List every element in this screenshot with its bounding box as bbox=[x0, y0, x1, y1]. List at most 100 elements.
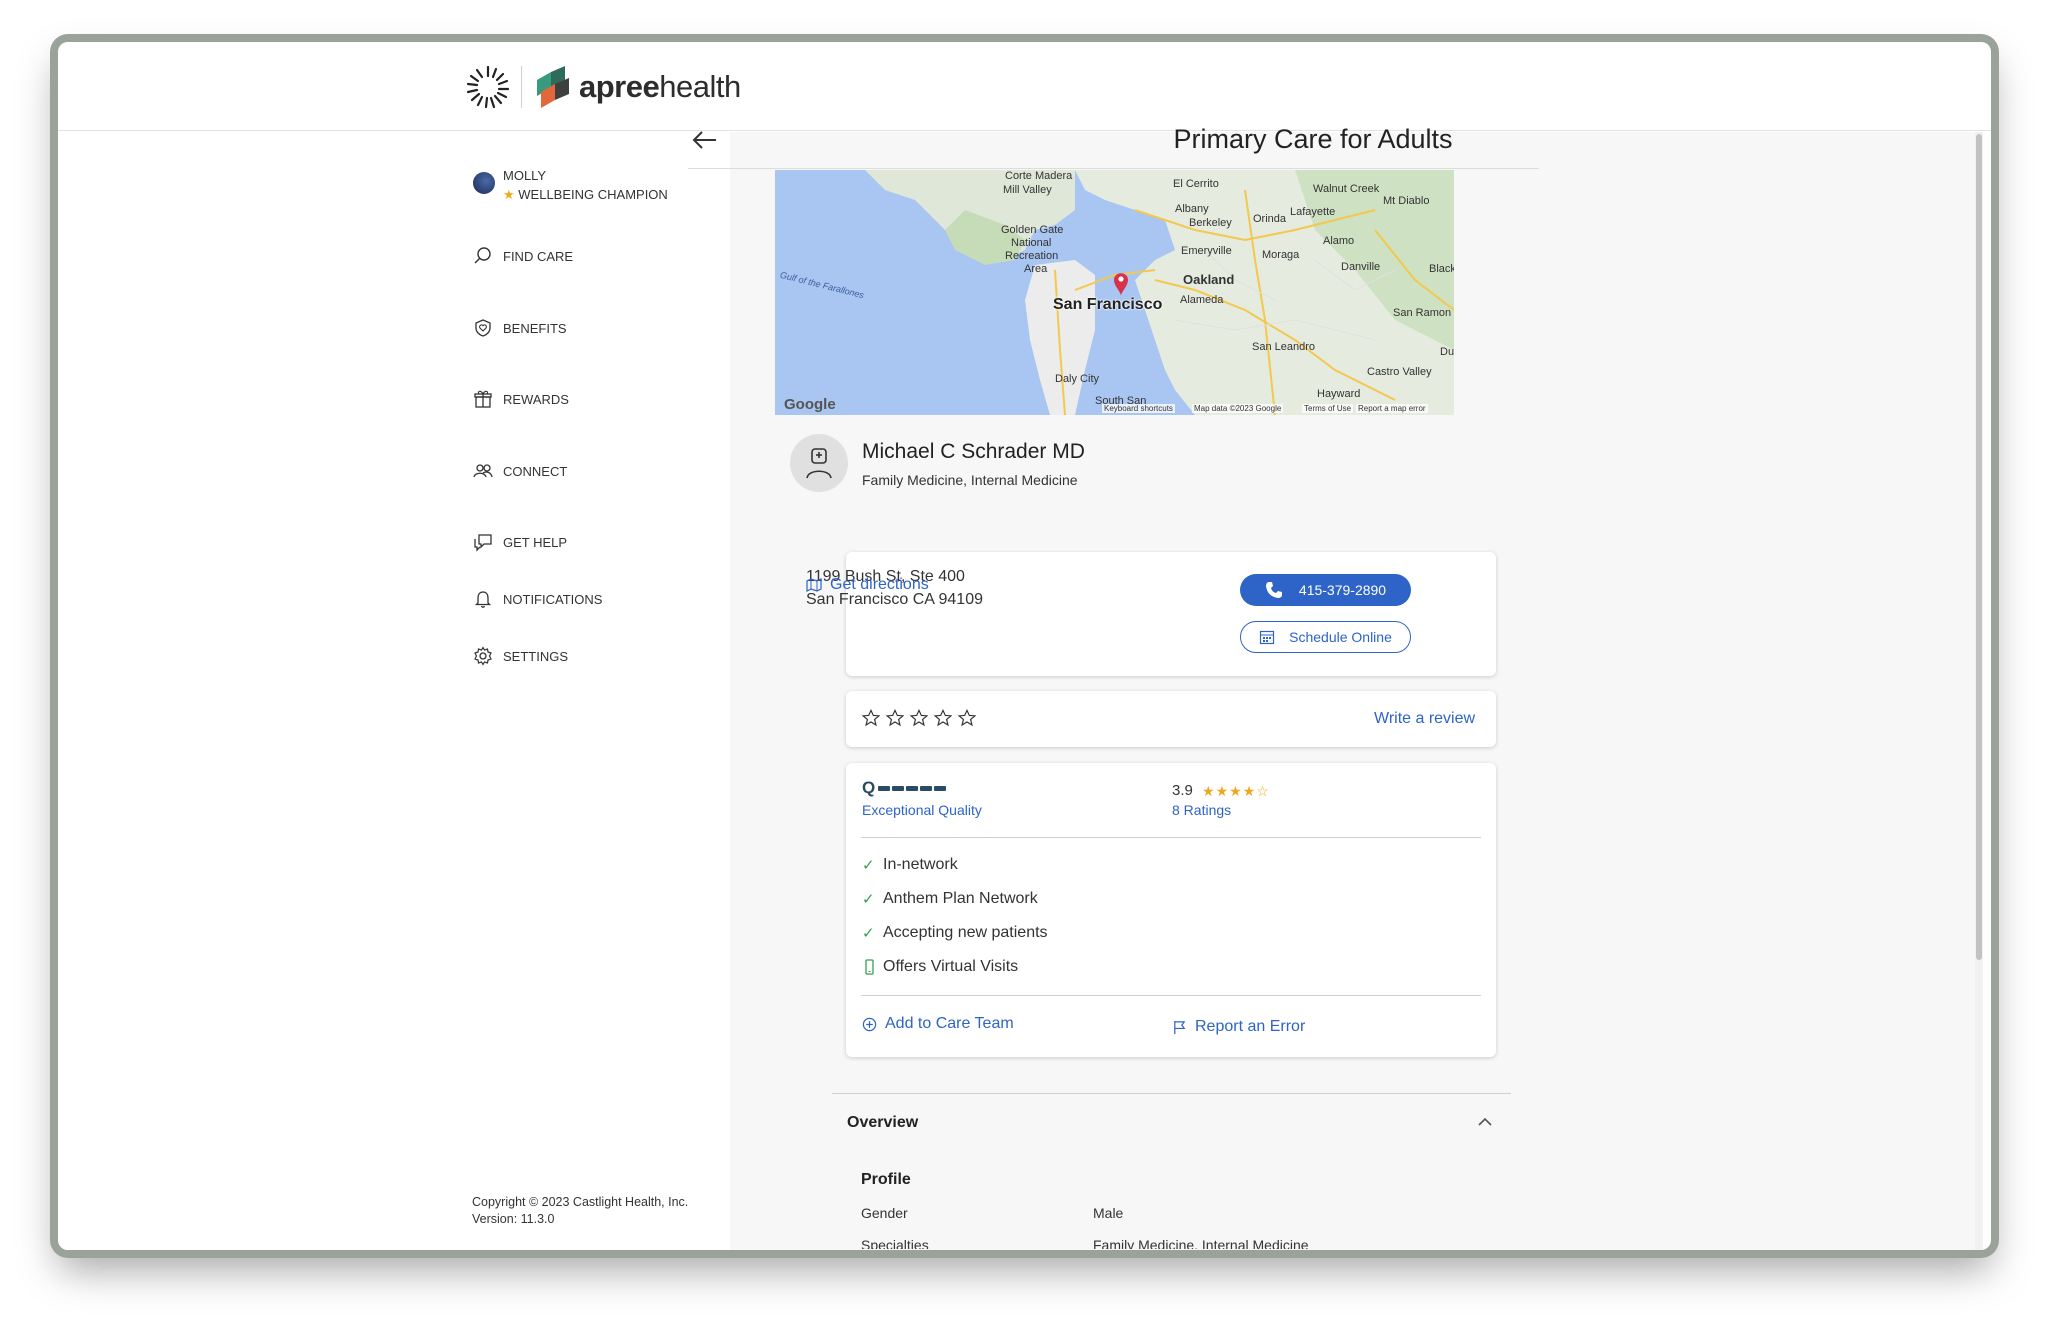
star-outline-icon[interactable] bbox=[934, 709, 952, 727]
sidebar-item-notifications[interactable]: NOTIFICATIONS bbox=[473, 589, 602, 609]
feature-item: ✓ Anthem Plan Network bbox=[862, 890, 1038, 908]
map-footer: Keyboard shortcuts Map data ©2023 Google… bbox=[775, 401, 1454, 415]
sidebar-item-connect[interactable]: CONNECT bbox=[473, 461, 567, 481]
map-label: Mill Valley bbox=[1003, 184, 1052, 196]
star-icon: ★ bbox=[503, 187, 515, 202]
map-label: Dub bbox=[1440, 346, 1454, 358]
feature-label: Accepting new patients bbox=[883, 924, 1048, 941]
scrollbar[interactable] bbox=[1975, 132, 1983, 1250]
quality-bar bbox=[906, 785, 919, 791]
brand-wordmark: apreehealth bbox=[579, 69, 741, 104]
sidebar-item-get-help[interactable]: GET HELP bbox=[473, 532, 567, 552]
feature-item: ✓ In-network bbox=[862, 856, 958, 874]
user-name: MOLLY bbox=[503, 168, 547, 183]
map-keyboard-shortcuts[interactable]: Keyboard shortcuts bbox=[1102, 404, 1175, 413]
sidebar-footer: Copyright © 2023 Castlight Health, Inc. … bbox=[472, 1194, 688, 1228]
write-review-link[interactable]: Write a review bbox=[1374, 710, 1475, 728]
sidebar-item-find-care[interactable]: FIND CARE bbox=[473, 246, 573, 266]
feature-item: ✓ Accepting new patients bbox=[862, 924, 1048, 942]
schedule-online-button[interactable]: Schedule Online bbox=[1240, 621, 1411, 653]
sidebar-item-label: FIND CARE bbox=[503, 248, 574, 264]
sidebar-item-rewards[interactable]: REWARDS bbox=[473, 389, 569, 409]
people-icon bbox=[473, 464, 493, 478]
sidebar-item-label: SETTINGS bbox=[503, 648, 569, 664]
map-label: Oakland bbox=[1183, 272, 1235, 287]
flag-icon bbox=[1174, 1020, 1186, 1034]
map[interactable]: Corte Madera Mill Valley El Cerrito Waln… bbox=[775, 170, 1454, 415]
sidebar-item-label: NOTIFICATIONS bbox=[503, 591, 603, 607]
quality-bar bbox=[878, 785, 891, 791]
star-outline-icon[interactable] bbox=[862, 709, 880, 727]
copyright-text: Copyright © 2023 Castlight Health, Inc. bbox=[472, 1195, 689, 1209]
map-label: Mt Diablo bbox=[1383, 195, 1430, 207]
add-to-care-team-label: Add to Care Team bbox=[885, 1015, 1014, 1032]
map-report-link[interactable]: Report a map error bbox=[1356, 404, 1428, 413]
phone-number: 415-379-2890 bbox=[1298, 582, 1387, 598]
logo-divider bbox=[521, 66, 522, 108]
get-directions-link[interactable]: Get directions bbox=[806, 576, 929, 594]
map-terms-link[interactable]: Terms of Use bbox=[1302, 404, 1354, 413]
star-outline-icon[interactable] bbox=[886, 709, 904, 727]
report-error-label: Report an Error bbox=[1195, 1018, 1306, 1035]
page-title: Primary Care for Adults bbox=[1173, 124, 1453, 154]
user-rating-stars bbox=[862, 709, 976, 727]
scroll-thumb[interactable] bbox=[1976, 134, 1982, 960]
apree-mark-icon bbox=[537, 66, 569, 108]
star-outline-icon[interactable] bbox=[910, 709, 928, 727]
user-profile[interactable]: MOLLY ★ WELLBEING CHAMPION bbox=[473, 166, 668, 204]
bell-icon bbox=[474, 591, 492, 608]
sidebar-item-label: CONNECT bbox=[503, 463, 568, 479]
star-filled-icon: ★ bbox=[1215, 783, 1230, 799]
sidebar-item-label: GET HELP bbox=[503, 534, 568, 550]
quality-label[interactable]: Exceptional Quality bbox=[862, 802, 982, 818]
doctor-name: Michael C Schrader MD bbox=[862, 440, 1085, 463]
sidebar-item-benefits[interactable]: BENEFITS bbox=[473, 318, 567, 338]
star-filled-icon: ★ bbox=[1229, 783, 1243, 799]
chevron-up-icon[interactable] bbox=[1478, 1117, 1492, 1127]
map-label: Danville bbox=[1341, 261, 1381, 273]
plus-circle-icon bbox=[862, 1017, 877, 1031]
quality-q-logo: Q bbox=[862, 778, 876, 797]
add-to-care-team-button[interactable]: Add to Care Team bbox=[862, 1015, 1014, 1033]
star-outline-icon: ☆ bbox=[1256, 783, 1270, 799]
map-icon bbox=[806, 578, 822, 592]
rating-stars: ★★★★☆ bbox=[1202, 783, 1270, 800]
feature-label: Anthem Plan Network bbox=[883, 890, 1038, 907]
map-label: Black bbox=[1429, 263, 1454, 275]
map-label: Hayward bbox=[1317, 388, 1361, 400]
report-error-button[interactable]: Report an Error bbox=[1172, 1018, 1305, 1036]
profile-value: Male bbox=[1093, 1205, 1124, 1221]
gear-icon bbox=[474, 646, 492, 666]
star-filled-icon: ★ bbox=[1202, 783, 1216, 799]
map-label: Berkeley bbox=[1189, 217, 1232, 229]
feature-label: In-network bbox=[883, 856, 958, 873]
map-label: Recreation bbox=[1005, 250, 1059, 262]
schedule-online-label: Schedule Online bbox=[1289, 629, 1392, 645]
version-text: Version: 11.3.0 bbox=[472, 1212, 555, 1226]
calendar-icon bbox=[1260, 630, 1275, 645]
sidebar-item-settings[interactable]: SETTINGS bbox=[473, 646, 568, 666]
phone-icon bbox=[1265, 582, 1282, 598]
call-button[interactable]: 415-379-2890 bbox=[1240, 574, 1411, 606]
star-filled-icon: ★ bbox=[1242, 783, 1257, 799]
feature-item: Offers Virtual Visits bbox=[862, 958, 1018, 976]
phone-device-icon bbox=[865, 959, 874, 975]
ratings-count-link[interactable]: 8 Ratings bbox=[1172, 802, 1231, 818]
get-directions-label: Get directions bbox=[830, 576, 929, 593]
map-label: Alameda bbox=[1180, 294, 1224, 306]
profile-value: Family Medicine, Internal Medicine bbox=[1093, 1237, 1309, 1249]
chat-help-icon bbox=[474, 534, 492, 552]
sidebar-item-label: BENEFITS bbox=[503, 320, 567, 336]
quality-bar bbox=[892, 785, 905, 791]
map-label: Emeryville bbox=[1181, 245, 1232, 257]
divider bbox=[861, 995, 1481, 996]
map-label: Corte Madera bbox=[1005, 170, 1073, 182]
star-outline-icon[interactable] bbox=[958, 709, 976, 727]
map-label: National bbox=[1011, 237, 1052, 249]
top-bar: apreehealth bbox=[58, 42, 1991, 131]
sidebar: MOLLY ★ WELLBEING CHAMPION FIND CARE BEN… bbox=[58, 132, 730, 1250]
map-canvas bbox=[775, 170, 1454, 415]
overview-heading[interactable]: Overview bbox=[847, 1114, 918, 1132]
quality-bar bbox=[934, 785, 947, 791]
rating-value: 3.9 bbox=[1172, 782, 1193, 799]
